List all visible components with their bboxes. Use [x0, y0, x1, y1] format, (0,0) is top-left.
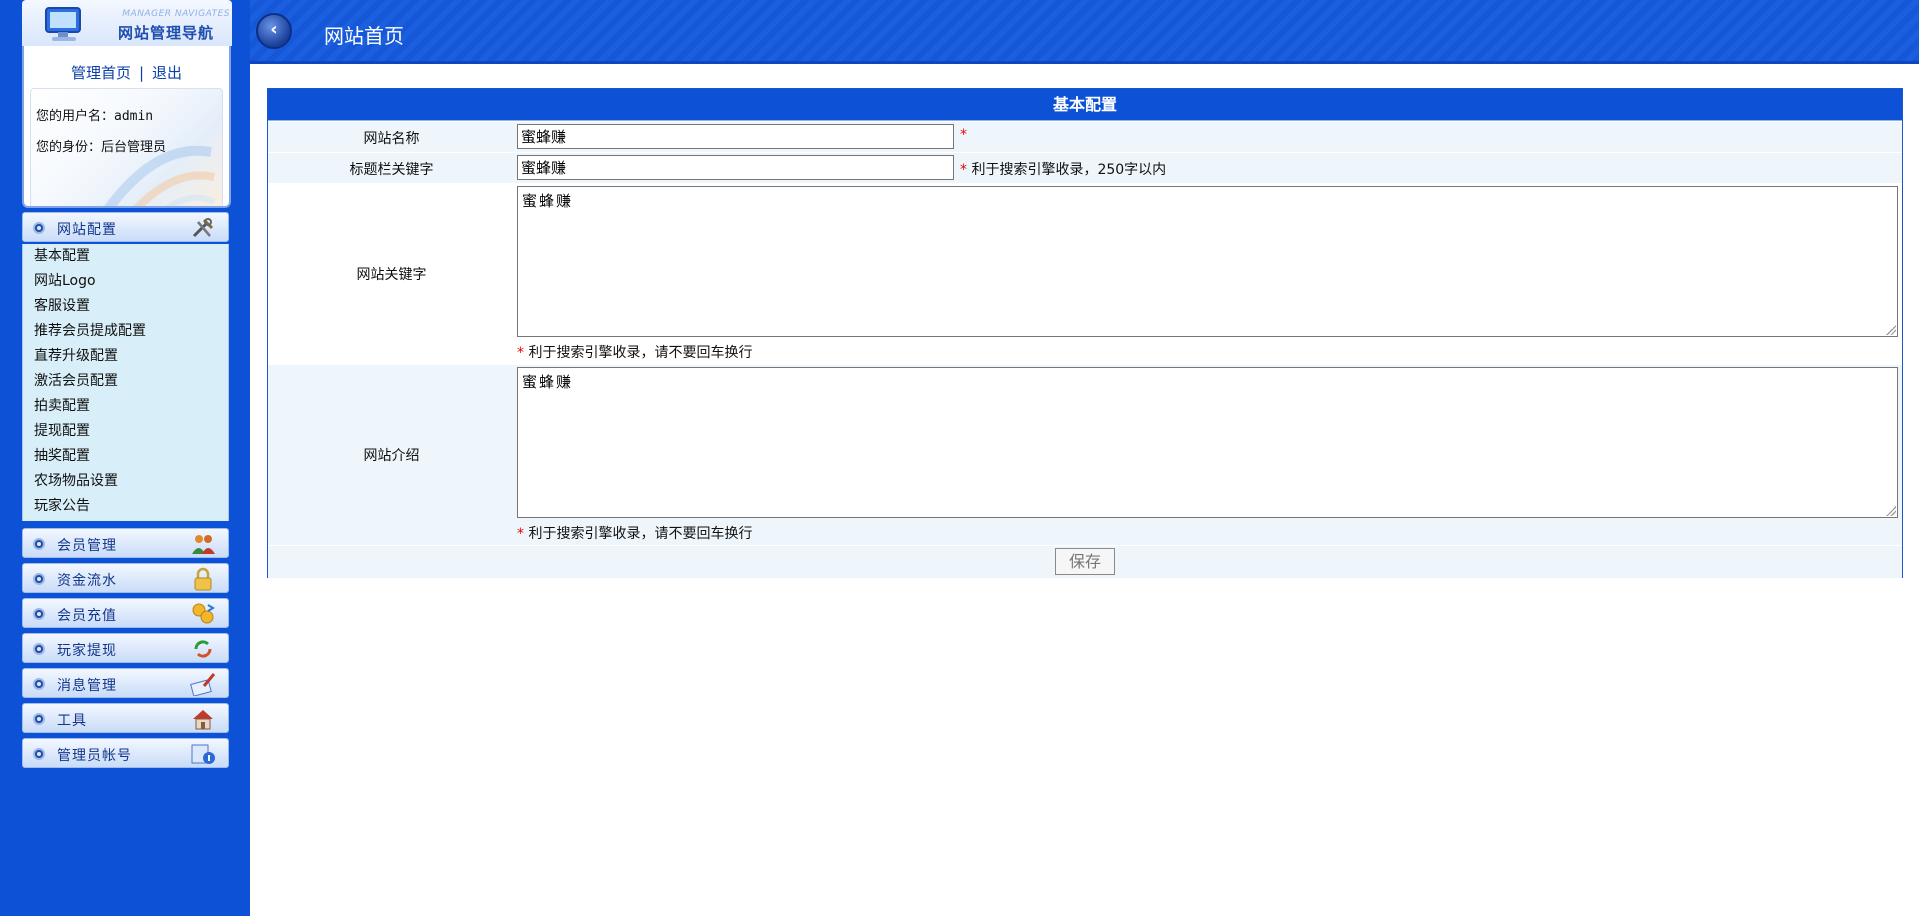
hint-text: 利于搜索引擎收录，250字以内 [971, 162, 1167, 178]
submenu-basic-config[interactable]: 基本配置 [23, 244, 228, 269]
bullet-icon [33, 748, 45, 760]
title-keywords-label: 标题栏关键字 [349, 162, 434, 178]
site-intro-textarea[interactable]: 蜜蜂赚 [517, 367, 1898, 518]
resize-grip-icon[interactable] [1886, 506, 1896, 516]
submenu-customer-service[interactable]: 客服设置 [23, 294, 228, 319]
site-name-label: 网站名称 [363, 131, 420, 147]
page-title: 网站首页 [324, 24, 404, 48]
menu-player-withdraw[interactable]: 玩家提现 [22, 633, 229, 663]
submenu-referral-commission[interactable]: 推荐会员提成配置 [23, 319, 228, 344]
form-row-site-name: 网站名称 * [268, 122, 1902, 152]
site-name-required: * [960, 127, 967, 143]
site-keywords-value: 蜜蜂赚 [522, 192, 574, 210]
hint-text: 利于搜索引擎收录，请不要回车换行 [528, 526, 753, 542]
site-keywords-label: 网站关键字 [356, 267, 427, 283]
basic-config-panel: 基本配置 网站名称 * 标题栏关键字 * 利于搜索引擎收录，250字以内 网站关… [267, 88, 1903, 578]
menu-message-management[interactable]: 消息管理 [22, 668, 229, 698]
submenu-direct-upgrade[interactable]: 直荐升级配置 [23, 344, 228, 369]
menu-member-recharge[interactable]: 会员充值 [22, 598, 229, 628]
submenu-withdraw-config[interactable]: 提现配置 [23, 419, 228, 444]
menu-label: 玩家提现 [57, 643, 117, 659]
computer-icon [45, 7, 81, 41]
sidebar-header-title: 网站管理导航 [117, 24, 214, 42]
admin-account-icon [191, 744, 215, 764]
site-intro-hint: * 利于搜索引擎收录，请不要回车换行 [517, 523, 752, 543]
site-keywords-hint: * 利于搜索引擎收录，请不要回车换行 [517, 342, 752, 362]
menu-label: 管理员帐号 [57, 748, 132, 764]
menu-tools[interactable]: 工具 [22, 703, 229, 733]
menu-site-config[interactable]: 网站配置 [22, 212, 229, 242]
submenu-farm-items[interactable]: 农场物品设置 [23, 469, 228, 494]
admin-home-link[interactable]: 管理首页 [71, 64, 131, 82]
save-button[interactable]: 保存 [1055, 548, 1115, 575]
submenu-lottery-config[interactable]: 抽奖配置 [23, 444, 228, 469]
required-star: * [960, 162, 967, 178]
message-icon [190, 673, 216, 696]
panel-title: 基本配置 [268, 89, 1902, 121]
sidebar-header-content: MANAGER NAVIGATES 网站管理导航 [22, 0, 232, 44]
user-links: 管理首页 | 退出 [24, 62, 229, 83]
required-star: * [517, 345, 524, 361]
bullet-icon [33, 538, 45, 550]
coins-icon [192, 603, 215, 624]
submenu-player-notice[interactable]: 玩家公告 [23, 494, 228, 519]
site-keywords-textarea[interactable]: 蜜蜂赚 [517, 186, 1898, 337]
user-info-box: 您的用户名：admin 您的身份：后台管理员 [30, 88, 223, 206]
submenu-auction-config[interactable]: 拍卖配置 [23, 394, 228, 419]
bullet-icon [33, 222, 45, 234]
hint-text: 利于搜索引擎收录，请不要回车换行 [528, 345, 753, 361]
menu-label: 会员充值 [57, 608, 117, 624]
form-row-site-intro: 网站介绍 蜜蜂赚 * 利于搜索引擎收录，请不要回车换行 [268, 365, 1902, 545]
menu-label: 消息管理 [57, 678, 117, 694]
form-row-title-keywords: 标题栏关键字 * 利于搜索引擎收录，250字以内 [268, 153, 1902, 183]
logout-link[interactable]: 退出 [152, 64, 182, 82]
bullet-icon [33, 643, 45, 655]
menu-label: 会员管理 [57, 538, 117, 554]
role-text: 您的身份：后台管理员 [36, 140, 167, 155]
back-button[interactable]: ‹ [256, 13, 292, 49]
menu-admin-account[interactable]: 管理员帐号 [22, 738, 229, 768]
top-bar: ‹ 网站首页 [250, 0, 1919, 64]
withdraw-icon [194, 640, 212, 658]
menu-label: 资金流水 [57, 573, 117, 589]
title-keywords-hint: * 利于搜索引擎收录，250字以内 [960, 159, 1166, 179]
site-name-input[interactable] [517, 124, 954, 149]
back-arrow-icon: ‹ [270, 19, 278, 40]
menu-member-management[interactable]: 会员管理 [22, 528, 229, 558]
lock-icon [194, 567, 212, 591]
user-panel: 管理首页 | 退出 您的用户名：admin 您的身份：后台管理员 [22, 46, 231, 208]
resize-grip-icon[interactable] [1886, 325, 1896, 335]
site-intro-label: 网站介绍 [363, 448, 420, 464]
left-sidebar: MANAGER NAVIGATES 网站管理导航 管理首页 | 退出 您的用户名：a… [0, 0, 250, 916]
sidebar-header-english: MANAGER NAVIGATES [122, 9, 230, 19]
link-separator: | [138, 64, 145, 82]
tools-icon [192, 218, 214, 238]
toolbox-icon [193, 710, 213, 730]
bullet-icon [33, 713, 45, 725]
menu-fund-flow[interactable]: 资金流水 [22, 563, 229, 593]
required-star: * [960, 127, 967, 143]
site-config-submenu: 基本配置 网站Logo 客服设置 推荐会员提成配置 直荐升级配置 激活会员配置 … [22, 244, 229, 521]
site-intro-value: 蜜蜂赚 [522, 373, 574, 391]
submenu-site-logo[interactable]: 网站Logo [23, 269, 228, 294]
users-icon [192, 535, 215, 554]
bullet-icon [33, 573, 45, 585]
username-text: 您的用户名：admin [36, 109, 154, 124]
submenu-activate-member[interactable]: 激活会员配置 [23, 369, 228, 394]
form-row-site-keywords: 网站关键字 蜜蜂赚 * 利于搜索引擎收录，请不要回车换行 [268, 184, 1902, 364]
bullet-icon [33, 608, 45, 620]
required-star: * [517, 526, 524, 542]
bullet-icon [33, 678, 45, 690]
menu-label: 网站配置 [57, 222, 117, 238]
menu-label: 工具 [57, 713, 87, 729]
title-keywords-input[interactable] [517, 155, 954, 180]
